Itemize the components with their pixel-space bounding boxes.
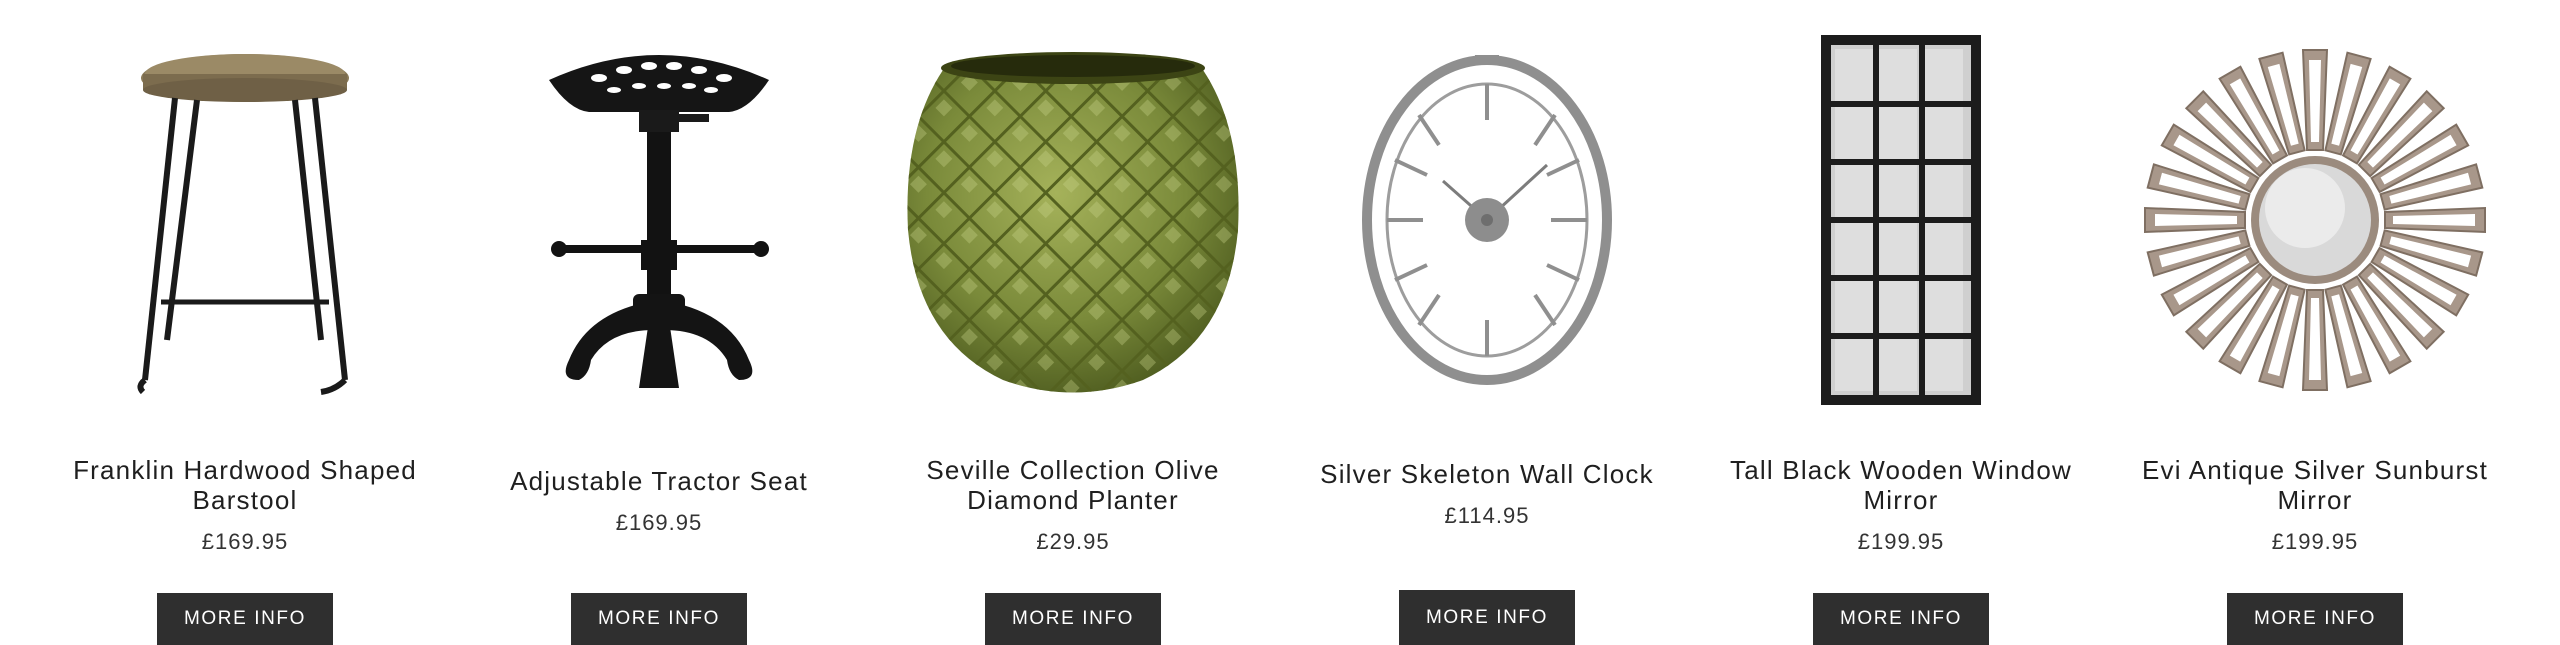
product-card: Franklin Hardwood Shaped Barstool £169.9…: [40, 0, 450, 645]
product-name[interactable]: Tall Black Wooden Window Mirror: [1711, 455, 2091, 515]
product-info: Seville Collection Olive Diamond Planter…: [883, 440, 1263, 571]
more-info-button[interactable]: MORE INFO: [1399, 590, 1575, 645]
window-mirror-image[interactable]: [1711, 35, 2091, 405]
tractor-seat-image[interactable]: [469, 40, 849, 400]
more-info-button[interactable]: MORE INFO: [157, 592, 333, 645]
product-price: £169.95: [201, 529, 289, 555]
product-info: Evi Antique Silver Sunburst Mirror £199.…: [2125, 440, 2505, 571]
product-name[interactable]: Evi Antique Silver Sunburst Mirror: [2125, 455, 2505, 515]
product-name[interactable]: Seville Collection Olive Diamond Planter: [883, 455, 1263, 515]
product-name[interactable]: Franklin Hardwood Shaped Barstool: [55, 455, 435, 515]
product-info: Silver Skeleton Wall Clock £114.95: [1320, 426, 1654, 562]
product-info: Tall Black Wooden Window Mirror £199.95: [1711, 440, 2091, 571]
product-card: Evi Antique Silver Sunburst Mirror £199.…: [2110, 0, 2520, 645]
product-card: Silver Skeleton Wall Clock £114.95 MORE …: [1282, 0, 1692, 645]
product-card: Adjustable Tractor Seat £169.95 MORE INF…: [454, 0, 864, 645]
product-price: £169.95: [615, 509, 703, 535]
barstool-image[interactable]: [55, 40, 435, 400]
wall-clock-image[interactable]: [1297, 40, 1677, 390]
product-name[interactable]: Adjustable Tractor Seat: [510, 466, 808, 496]
product-card: Seville Collection Olive Diamond Planter…: [868, 0, 1278, 645]
more-info-button[interactable]: MORE INFO: [985, 592, 1161, 645]
product-price: £114.95: [1444, 503, 1530, 529]
product-grid: Franklin Hardwood Shaped Barstool £169.9…: [0, 0, 2560, 645]
product-info: Franklin Hardwood Shaped Barstool £169.9…: [55, 440, 435, 571]
sunburst-mirror-image[interactable]: [2125, 40, 2505, 400]
product-info: Adjustable Tractor Seat £169.95: [510, 436, 808, 565]
more-info-button[interactable]: MORE INFO: [1813, 592, 1989, 645]
more-info-button[interactable]: MORE INFO: [2227, 592, 2403, 645]
product-price: £199.95: [1857, 529, 1945, 555]
product-card: Tall Black Wooden Window Mirror £199.95 …: [1696, 0, 2106, 645]
product-name[interactable]: Silver Skeleton Wall Clock: [1320, 459, 1654, 489]
product-price: £29.95: [1036, 529, 1110, 555]
more-info-button[interactable]: MORE INFO: [571, 593, 747, 645]
planter-image[interactable]: [883, 40, 1263, 400]
product-price: £199.95: [2271, 529, 2359, 555]
